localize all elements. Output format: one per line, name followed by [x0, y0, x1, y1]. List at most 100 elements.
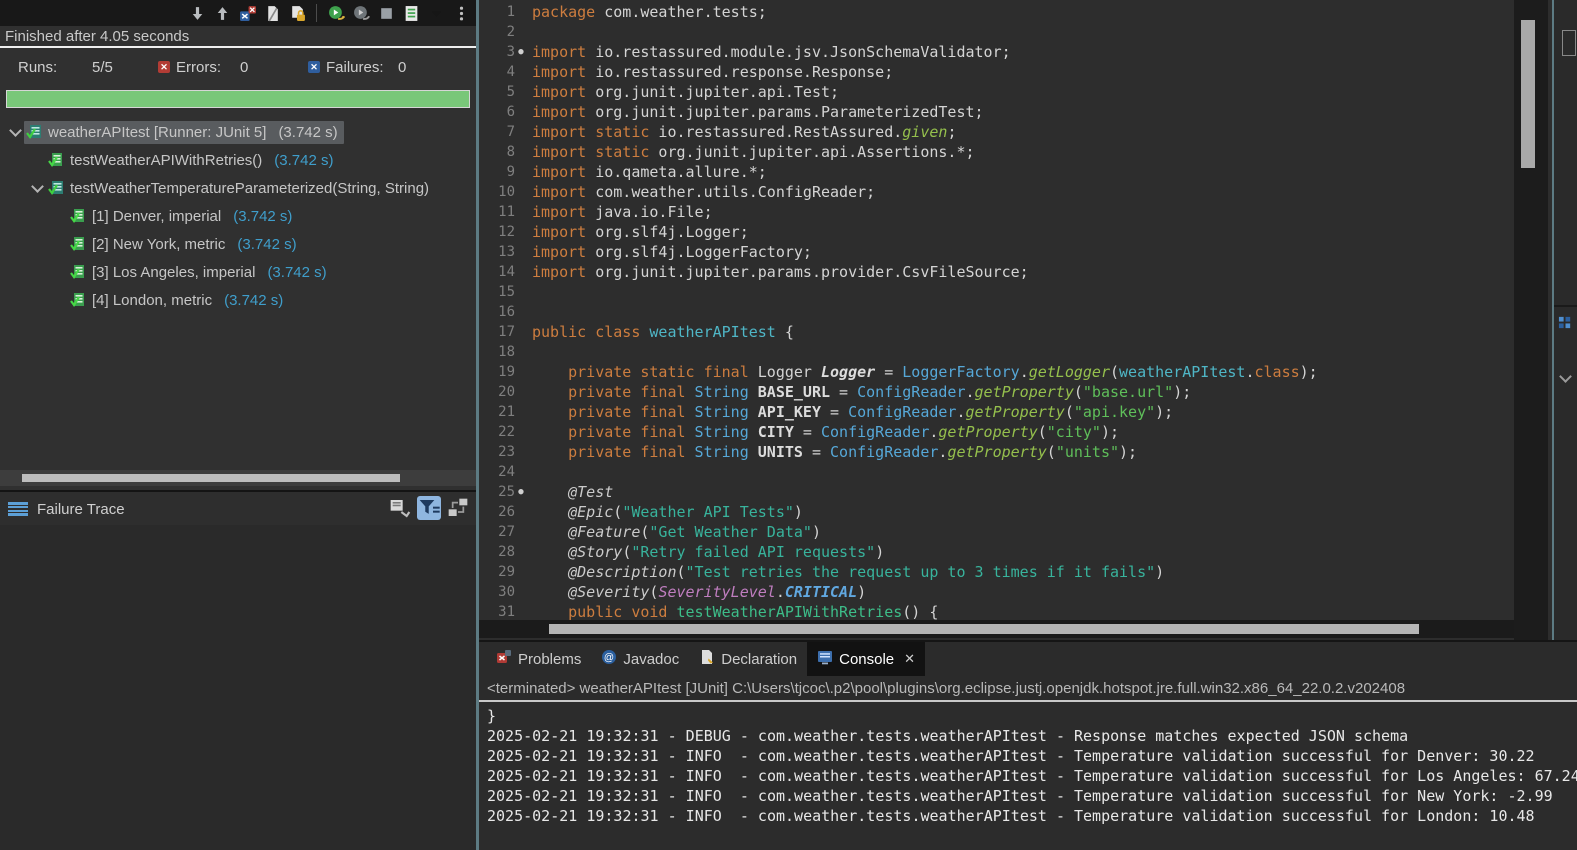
code-line[interactable]: 10import com.weather.utils.ConfigReader;: [479, 182, 1514, 202]
code-line[interactable]: 2: [479, 22, 1514, 42]
code-line[interactable]: 3●import io.restassured.module.jsv.JsonS…: [479, 42, 1514, 62]
code-text: private final String BASE_URL = ConfigRe…: [527, 382, 1191, 402]
test-row-content: [4] London, metric(3.742 s): [68, 289, 289, 312]
compare-results-icon[interactable]: [446, 496, 470, 520]
editor-vscroll-thumb[interactable]: [1521, 20, 1535, 168]
javadoc-tab-icon: @: [601, 649, 617, 669]
code-line[interactable]: 6import org.junit.jupiter.params.Paramet…: [479, 102, 1514, 122]
code-line[interactable]: 11import java.io.File;: [479, 202, 1514, 222]
tree-expand-chevron-icon[interactable]: [28, 186, 46, 191]
test-elapsed-time: (3.742 s): [278, 124, 337, 141]
show-skipped-tests-icon[interactable]: [263, 4, 281, 22]
code-line[interactable]: 4import io.restassured.response.Response…: [479, 62, 1514, 82]
code-line[interactable]: 17public class weatherAPItest {: [479, 322, 1514, 342]
test-run-history-icon[interactable]: [402, 4, 420, 22]
code-text: private final String API_KEY = ConfigRea…: [527, 402, 1173, 422]
tab-declaration[interactable]: Declaration: [689, 642, 807, 676]
tab-console[interactable]: Console✕: [807, 642, 925, 676]
test-tree-item[interactable]: testWeatherAPIWithRetries()(3.742 s): [0, 146, 476, 174]
test-tree-item[interactable]: [1] Denver, imperial(3.742 s): [0, 202, 476, 230]
scroll-lock-icon[interactable]: [288, 4, 306, 22]
editor-horizontal-scrollbar[interactable]: [479, 620, 1514, 638]
code-line[interactable]: 31 public void testWeatherAPIWithRetries…: [479, 602, 1514, 622]
tree-expand-chevron-icon[interactable]: [6, 130, 24, 135]
declaration-tab-icon: [699, 649, 715, 669]
view-menu-icon[interactable]: [427, 4, 445, 22]
test-row-content: testWeatherAPIWithRetries()(3.742 s): [46, 149, 339, 172]
code-line[interactable]: 25● @Test: [479, 482, 1514, 502]
junit-counters: Runs: 5/5 ✕ Errors: 0 ✕ Failures: 0: [0, 52, 476, 86]
test-tree-item[interactable]: weatherAPItest [Runner: JUnit 5](3.742 s…: [0, 118, 476, 146]
line-number: 12: [479, 222, 515, 242]
code-line[interactable]: 1package com.weather.tests;: [479, 2, 1514, 22]
tab-problems[interactable]: Problems: [486, 642, 591, 676]
code-text: [527, 462, 532, 482]
code-line[interactable]: 14import org.junit.jupiter.params.provid…: [479, 262, 1514, 282]
stop-junit-test-icon[interactable]: [377, 4, 395, 22]
fold-marker-spacer: [515, 342, 527, 362]
rerun-failed-tests-icon[interactable]: [352, 4, 370, 22]
fold-marker-icon[interactable]: ●: [515, 482, 527, 502]
test-case-icon: [70, 208, 86, 224]
code-line[interactable]: 7import static io.restassured.RestAssure…: [479, 122, 1514, 142]
code-line[interactable]: 20 private final String BASE_URL = Confi…: [479, 382, 1514, 402]
tab-label: Javadoc: [623, 651, 679, 668]
test-tree-item[interactable]: [4] London, metric(3.742 s): [0, 286, 476, 314]
tree-scrollbar-thumb[interactable]: [22, 474, 400, 482]
code-line[interactable]: 12import org.slf4j.Logger;: [479, 222, 1514, 242]
test-tree-item[interactable]: [2] New York, metric(3.742 s): [0, 230, 476, 258]
code-line[interactable]: 16: [479, 302, 1514, 322]
code-line[interactable]: 27 @Feature("Get Weather Data"): [479, 522, 1514, 542]
failures-label: Failures:: [326, 59, 384, 76]
tab-label: Declaration: [721, 651, 797, 668]
code-text: import io.restassured.response.Response;: [527, 62, 893, 82]
code-line[interactable]: 26 @Epic("Weather API Tests"): [479, 502, 1514, 522]
code-line[interactable]: 29 @Description("Test retries the reques…: [479, 562, 1514, 582]
code-line[interactable]: 19 private static final Logger Logger = …: [479, 362, 1514, 382]
code-line[interactable]: 24: [479, 462, 1514, 482]
test-tree-item[interactable]: testWeatherTemperatureParameterized(Stri…: [0, 174, 476, 202]
code-line[interactable]: 18: [479, 342, 1514, 362]
previous-failed-test-icon[interactable]: [213, 4, 231, 22]
code-line[interactable]: 5import org.junit.jupiter.api.Test;: [479, 82, 1514, 102]
code-text: import org.slf4j.LoggerFactory;: [527, 242, 812, 262]
code-text: package com.weather.tests;: [527, 2, 767, 22]
tree-horizontal-scrollbar[interactable]: [0, 470, 476, 486]
next-failed-test-icon[interactable]: [188, 4, 206, 22]
code-line[interactable]: 13import org.slf4j.LoggerFactory;: [479, 242, 1514, 262]
show-failures-only-icon[interactable]: [238, 4, 256, 22]
test-name: [1] Denver, imperial: [92, 208, 221, 225]
code-line[interactable]: 23 private final String UNITS = ConfigRe…: [479, 442, 1514, 462]
test-tree-item[interactable]: [3] Los Angeles, imperial(3.742 s): [0, 258, 476, 286]
errors-value: 0: [240, 59, 248, 76]
code-line[interactable]: 8import static org.junit.jupiter.api.Ass…: [479, 142, 1514, 162]
failure-trace-menu-icon[interactable]: [8, 502, 28, 516]
code-line[interactable]: 21 private final String API_KEY = Config…: [479, 402, 1514, 422]
code-line[interactable]: 28 @Story("Retry failed API requests"): [479, 542, 1514, 562]
fold-marker-icon[interactable]: ●: [515, 42, 527, 62]
line-number: 28: [479, 542, 515, 562]
code-line[interactable]: 30 @Severity(SeverityLevel.CRITICAL): [479, 582, 1514, 602]
outline-view-icon[interactable]: [1558, 315, 1573, 330]
code-line[interactable]: 9import io.qameta.allure.*;: [479, 162, 1514, 182]
show-stacktrace-console-icon[interactable]: [388, 496, 412, 520]
rerun-test-icon[interactable]: [327, 4, 345, 22]
editor-hscroll-thumb[interactable]: [549, 624, 1419, 634]
code-text: import io.qameta.allure.*;: [527, 162, 767, 182]
close-tab-icon[interactable]: ✕: [904, 651, 915, 667]
editor-vertical-scrollbar[interactable]: [1514, 0, 1548, 640]
code-text: private static final Logger Logger = Log…: [527, 362, 1318, 382]
code-line[interactable]: 22 private final String CITY = ConfigRea…: [479, 422, 1514, 442]
console-output[interactable]: }2025-02-21 19:32:31 - DEBUG - com.weath…: [479, 706, 1577, 850]
code-text: private final String CITY = ConfigReader…: [527, 422, 1119, 442]
code-text: import org.junit.jupiter.params.provider…: [527, 262, 1029, 282]
fold-marker-spacer: [515, 62, 527, 82]
more-actions-icon[interactable]: [452, 4, 470, 22]
java-editor[interactable]: 1package com.weather.tests;23●import io.…: [479, 0, 1514, 640]
code-text: @Epic("Weather API Tests"): [527, 502, 803, 522]
filter-stack-trace-icon[interactable]: [417, 496, 441, 520]
chevron-down-icon[interactable]: [1559, 370, 1572, 383]
tab-javadoc[interactable]: @ Javadoc: [591, 642, 689, 676]
code-text: @Severity(SeverityLevel.CRITICAL): [527, 582, 866, 602]
code-line[interactable]: 15: [479, 282, 1514, 302]
